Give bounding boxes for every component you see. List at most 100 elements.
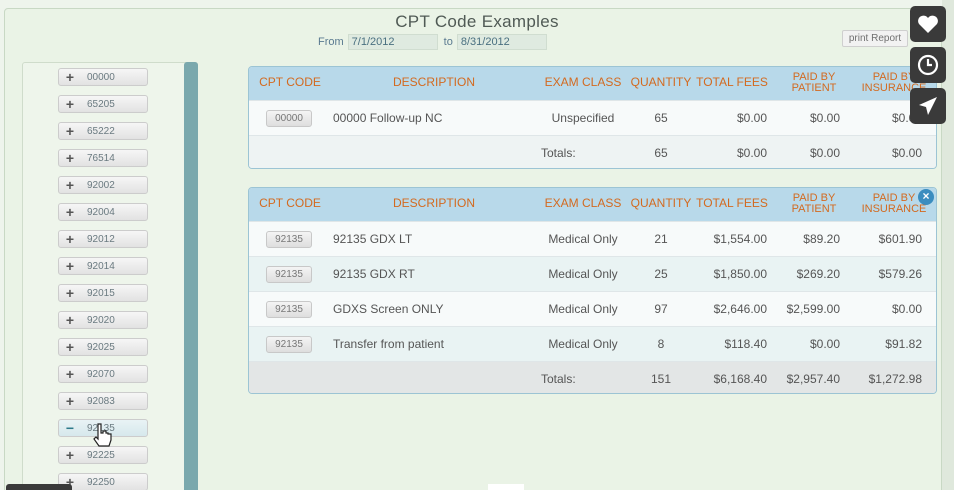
code-list-item-label: 92015 [87,287,115,299]
desc-cell: GDXS Screen ONLY [333,302,444,316]
fees-cell: $118.40 [724,337,768,351]
code-list-item-label: 65205 [87,98,115,110]
exam-cell: Medical Only [548,232,618,246]
cpt-cell: 92135 [249,222,329,256]
cpt-code-button[interactable]: 92135 [266,300,312,318]
code-list-item[interactable]: +92020 [58,311,148,329]
totals-patient: $2,957.40 [786,372,840,386]
patient-cell: $89.20 [803,232,840,246]
qty-cell: 97 [654,302,668,316]
column-header-desc[interactable]: DESCRIPTION [359,76,509,88]
cpt-cell: 00000 [249,101,329,135]
qty-cell: 65 [654,111,668,125]
column-header-qty[interactable]: QUANTITY [629,197,693,209]
collapse-icon: − [65,420,75,436]
fees-cell: $0.00 [736,111,767,125]
column-header-patient[interactable]: PAID BY PATIENT [779,72,849,94]
desc-cell: Transfer from patient [333,337,444,351]
cpt-cell: 92135 [249,327,329,361]
table-row: 00000 00000 Follow-up NC Unspecified 65 $0.0… [249,100,936,135]
code-list-scrollbar[interactable] [184,62,198,490]
totals-patient: $0.00 [809,146,840,160]
code-list-item[interactable]: +76514 [58,149,148,167]
table-header: CPT CODE DESCRIPTION EXAM CLASS QUANTITY TOT… [249,188,936,221]
print-report-button[interactable]: print Report [842,30,908,47]
cpt-code-button[interactable]: 92135 [266,265,312,283]
expand-icon: + [65,69,75,85]
expand-icon: + [65,366,75,382]
column-header-cpt[interactable]: CPT CODE [255,76,325,88]
patient-cell: $269.20 [796,267,840,281]
clock-icon[interactable] [910,47,946,83]
exam-cell: Unspecified [551,111,615,125]
code-list-item-label: 92025 [87,341,115,353]
cpt-table-00000: CPT CODE DESCRIPTION EXAM CLASS QUANTITY TOT… [248,66,937,169]
heart-icon[interactable] [910,6,946,42]
column-header-cpt[interactable]: CPT CODE [255,197,325,209]
bottom-toolbar-tab [6,484,72,490]
insurance-cell: $0.00 [891,302,922,316]
code-list-item-label: 00000 [87,71,115,83]
expand-icon: + [65,177,75,193]
code-list-item[interactable]: +65222 [58,122,148,140]
column-header-qty[interactable]: QUANTITY [629,76,693,88]
to-label: to [443,36,453,48]
column-header-fees[interactable]: TOTAL FEES [695,197,769,209]
patient-cell: $0.00 [809,111,840,125]
totals-row: Totals: 151 $6,168.40 $2,957.40 $1,272.98 [249,361,936,393]
expand-icon: + [65,447,75,463]
desc-cell: 92135 GDX RT [333,267,415,281]
table-row: 92135 92135 GDX RT Medical Only 25 $1,850.00… [249,256,936,291]
insurance-cell: $579.26 [878,267,922,281]
code-list-item[interactable]: +65205 [58,95,148,113]
totals-fees: $0.00 [736,146,767,160]
code-list-item[interactable]: +92004 [58,203,148,221]
code-list-item[interactable]: +92014 [58,257,148,275]
code-list-item-label: 92020 [87,314,115,326]
expand-icon: + [65,285,75,301]
code-list-item-label: 92225 [87,449,115,461]
cpt-code-button[interactable]: 92135 [266,335,312,353]
column-header-exam[interactable]: EXAM CLASS [543,197,623,209]
from-date-field[interactable]: 7/1/2012 [347,34,438,50]
code-list-item-label: 65222 [87,125,115,137]
table-row: 92135 92135 GDX LT Medical Only 21 $1,554.00… [249,221,936,256]
cpt-code-button[interactable]: 92135 [266,230,312,248]
to-date-field[interactable]: 8/31/2012 [456,34,547,50]
desc-cell: 92135 GDX LT [333,232,413,246]
totals-label: Totals: [541,372,576,386]
fees-cell: $1,554.00 [713,232,767,246]
code-list-item[interactable]: +92025 [58,338,148,356]
column-header-patient[interactable]: PAID BY PATIENT [779,193,849,215]
qty-cell: 21 [654,232,668,246]
desc-cell: 00000 Follow-up NC [333,111,443,125]
code-list-item[interactable]: +92015 [58,284,148,302]
expand-icon: + [65,393,75,409]
from-label: From [318,36,344,48]
column-header-fees[interactable]: TOTAL FEES [695,76,769,88]
totals-row: Totals: 65 $0.00 $0.00 $0.00 [249,135,936,168]
code-list-item-label: 92004 [87,206,115,218]
code-list-item[interactable]: +92002 [58,176,148,194]
hand-cursor-icon [93,423,112,447]
expand-icon: + [65,150,75,166]
exam-cell: Medical Only [548,337,618,351]
cpt-code-button[interactable]: 00000 [266,109,312,127]
send-icon[interactable] [910,88,946,124]
code-list-item-label: 92083 [87,395,115,407]
code-list-item[interactable]: +00000 [58,68,148,86]
code-list-item-label: 92250 [87,476,115,488]
column-header-desc[interactable]: DESCRIPTION [359,197,509,209]
code-list-item-label: 92002 [87,179,115,191]
code-list-item[interactable]: +92083 [58,392,148,410]
column-header-exam[interactable]: EXAM CLASS [543,76,623,88]
patient-cell: $0.00 [809,337,840,351]
code-list-item[interactable]: +92070 [58,365,148,383]
code-list-item[interactable]: +92012 [58,230,148,248]
code-list-item-label: 76514 [87,152,115,164]
expand-icon: + [65,123,75,139]
exam-cell: Medical Only [548,302,618,316]
close-icon[interactable]: × [918,189,934,205]
fees-cell: $2,646.00 [713,302,767,316]
date-range: From 7/1/2012 to 8/31/2012 [318,34,553,50]
